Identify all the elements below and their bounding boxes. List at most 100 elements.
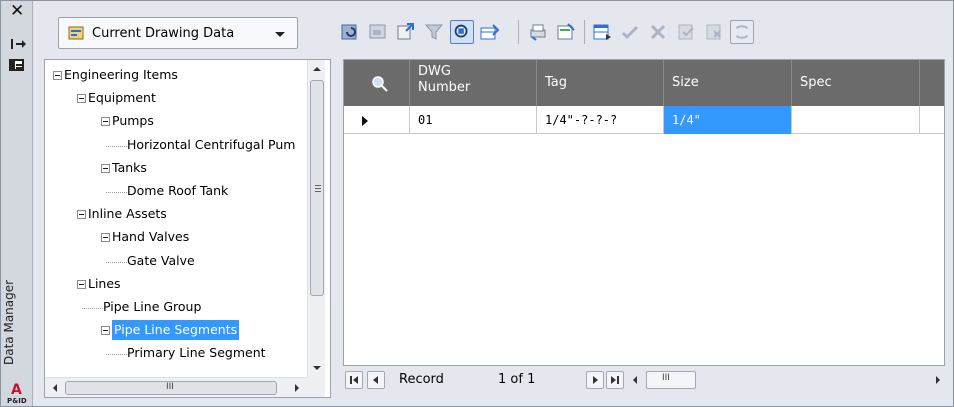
scroll-left-icon[interactable]: [633, 376, 637, 384]
multi-link-button[interactable]: [730, 20, 754, 44]
collapse-icon[interactable]: [77, 94, 86, 104]
tree-connector: [106, 261, 127, 263]
column-header-dwg-number[interactable]: DWG Number: [410, 60, 537, 106]
cell-size[interactable]: 1/4": [664, 106, 792, 134]
scroll-down-icon[interactable]: [313, 366, 321, 370]
tree-horizontal-scrollbar[interactable]: III: [45, 377, 307, 397]
filter-icon[interactable]: [422, 20, 446, 44]
column-tag-label: Tag: [545, 75, 568, 90]
tree-connector: [106, 354, 127, 356]
tree-connector: [106, 192, 127, 193]
data-source-dropdown[interactable]: Current Drawing Data: [58, 17, 298, 49]
toolbar-separator: [584, 20, 585, 44]
tree-item-label: Pumps: [112, 113, 154, 129]
scroll-right-icon[interactable]: [936, 376, 940, 384]
column-header-spec[interactable]: Spec: [792, 60, 920, 106]
tree-item-label: Equipment: [88, 90, 156, 106]
scroll-thumb[interactable]: III: [65, 381, 277, 395]
scroll-corner: [307, 377, 325, 397]
scroll-up-icon[interactable]: [313, 67, 321, 71]
collapse-icon[interactable]: [101, 326, 110, 336]
first-record-button[interactable]: [345, 371, 363, 389]
toolbar-separator: [518, 20, 519, 44]
column-header-size[interactable]: Size: [664, 60, 792, 106]
collapse-icon[interactable]: [77, 279, 86, 289]
accept-all-icon[interactable]: [674, 20, 698, 44]
tree-item-label: Hand Valves: [112, 229, 190, 245]
tree-item-label: Inline Assets: [88, 206, 167, 222]
tree-item-label: Pipe Line Group: [103, 299, 202, 314]
tree-vertical-scrollbar[interactable]: [307, 60, 325, 377]
record-label: Record: [399, 372, 444, 387]
table-view-icon[interactable]: [590, 20, 614, 44]
palette-title: Data Manager: [2, 279, 16, 365]
next-arrow-icon: [593, 376, 598, 384]
tree-item-label: Lines: [88, 275, 121, 291]
last-bar-glyph: [617, 376, 619, 384]
previous-record-button[interactable]: [367, 371, 385, 389]
auto-hide-icon[interactable]: [10, 38, 26, 50]
tree-connector: [106, 145, 127, 147]
scroll-left-icon[interactable]: [53, 384, 57, 392]
previous-arrow-icon: [373, 376, 378, 384]
tree-connector: [82, 308, 103, 309]
image-icon[interactable]: [366, 20, 390, 44]
cell-tag[interactable]: 1/4"-?-?-?: [537, 106, 664, 134]
search-icon: [372, 76, 388, 92]
record-navigator: Record 1 of 1 III: [343, 369, 945, 393]
grid-horizontal-scrollbar[interactable]: III: [626, 371, 945, 389]
accept-icon[interactable]: [618, 20, 642, 44]
table-export-icon[interactable]: [478, 20, 502, 44]
data-manager-window: ✕ Data Manager A P&ID Current Drawing Da…: [0, 0, 954, 407]
drawing-document-icon: [68, 26, 84, 40]
scroll-grip: III: [166, 382, 174, 392]
collapse-icon[interactable]: [77, 210, 86, 220]
collapse-icon[interactable]: [53, 71, 62, 80]
tree-item-label: Tanks: [112, 159, 147, 175]
cell-dwg-number[interactable]: 01: [410, 106, 537, 134]
scroll-thumb[interactable]: [310, 80, 324, 296]
close-icon[interactable]: ✕: [10, 3, 24, 20]
link-icon: [735, 25, 749, 39]
reject-all-icon[interactable]: [702, 20, 726, 44]
toolbar: [338, 18, 848, 48]
logo-text: P&ID: [7, 397, 27, 405]
export-icon[interactable]: [394, 20, 418, 44]
grid-corner-search[interactable]: [344, 60, 410, 106]
grid-header: DWG Number Tag Size Spec: [344, 60, 944, 106]
zoom-to-button[interactable]: [450, 20, 474, 44]
tree-item-label: Pipe Line Segments: [112, 320, 240, 341]
column-dwg-number-label: DWG Number: [418, 64, 471, 95]
collapse-icon[interactable]: [101, 117, 110, 127]
scroll-grip: III: [662, 373, 670, 383]
refresh-icon[interactable]: [338, 20, 362, 44]
properties-icon[interactable]: [9, 59, 24, 71]
tree-item-label: Gate Valve: [127, 252, 195, 268]
scroll-thumb[interactable]: III: [646, 371, 696, 389]
tree-item-label: Primary Line Segment: [127, 345, 266, 361]
column-size-label: Size: [672, 75, 699, 90]
scroll-right-icon[interactable]: [295, 384, 299, 392]
row-selector[interactable]: [344, 106, 410, 134]
cell-spec[interactable]: [792, 106, 920, 134]
next-record-button[interactable]: [586, 371, 604, 389]
tree-item-label: Dome Roof Tank: [127, 183, 229, 198]
first-arrow-icon: [353, 376, 358, 384]
data-source-selected: Current Drawing Data: [92, 26, 235, 41]
collapse-icon[interactable]: [101, 163, 110, 173]
current-row-indicator-icon: [362, 116, 368, 126]
project-tree: Engineering Items Equipment Pumps Horizonta…: [44, 59, 331, 398]
palette-strip: ✕ Data Manager A P&ID: [1, 1, 33, 406]
column-header-tag[interactable]: Tag: [537, 60, 664, 106]
reject-icon[interactable]: [646, 20, 670, 44]
first-bar-glyph: [350, 376, 352, 384]
edit-properties-icon[interactable]: [554, 20, 578, 44]
last-arrow-icon: [611, 376, 616, 384]
last-record-button[interactable]: [606, 371, 624, 389]
record-count: 1 of 1: [498, 372, 536, 387]
table-row[interactable]: 01 1/4"-?-?-? 1/4": [344, 106, 944, 134]
print-icon[interactable]: [526, 20, 550, 44]
collapse-icon[interactable]: [101, 233, 110, 243]
data-grid: DWG Number Tag Size Spec 01 1/4"-?-?-? 1…: [343, 59, 945, 366]
pid-logo-icon: A P&ID: [7, 382, 27, 405]
